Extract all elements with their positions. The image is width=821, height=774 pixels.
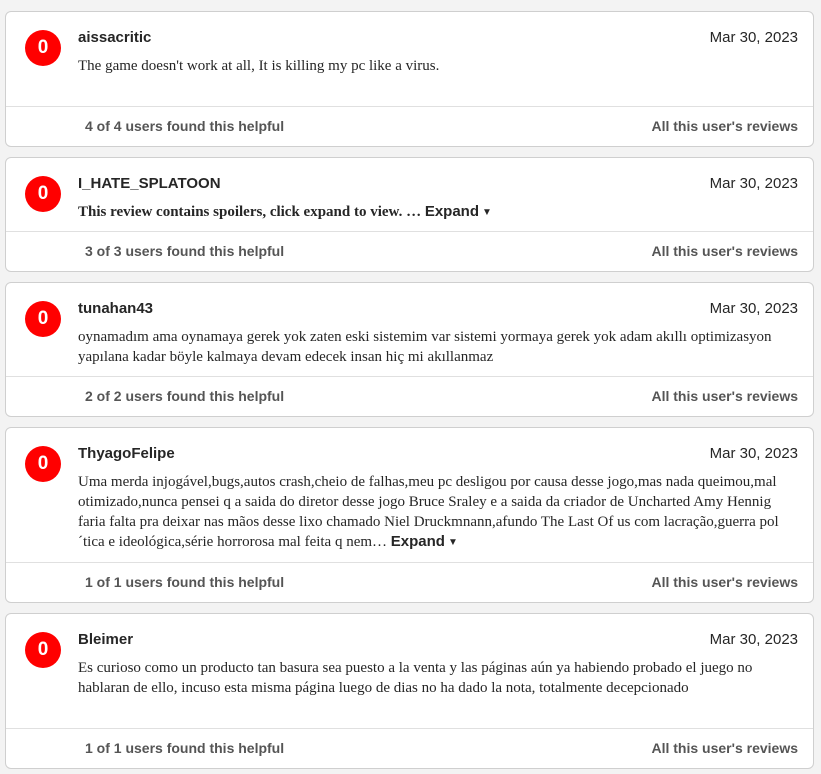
review-text: This review contains spoilers, click exp… [78, 202, 800, 223]
review-card: 0 ThyagoFelipe Mar 30, 2023 Uma merda in… [5, 427, 814, 603]
all-user-reviews-link[interactable]: All this user's reviews [651, 118, 798, 134]
helpful-count: 3 of 3 users found this helpful [85, 243, 285, 259]
helpful-count: 2 of 2 users found this helpful [85, 388, 285, 404]
reviewer-name[interactable]: I_HATE_SPLATOON [78, 175, 221, 192]
helpful-count: 4 of 4 users found this helpful [85, 118, 285, 134]
review-date: Mar 30, 2023 [709, 445, 798, 462]
all-user-reviews-link[interactable]: All this user's reviews [651, 740, 798, 756]
metascore-badge: 0 [25, 446, 61, 482]
expand-button[interactable]: Expand ▼ [425, 203, 492, 220]
all-user-reviews-link[interactable]: All this user's reviews [651, 243, 798, 259]
review-date: Mar 30, 2023 [709, 29, 798, 46]
reviewer-name[interactable]: ThyagoFelipe [78, 445, 175, 462]
reviewer-name[interactable]: Bleimer [78, 631, 133, 648]
review-card: 0 aissacritic Mar 30, 2023 The game does… [5, 11, 814, 147]
metascore-badge: 0 [25, 301, 61, 337]
metascore-badge: 0 [25, 632, 61, 668]
review-text: Uma merda injogável,bugs,autos crash,che… [78, 472, 800, 553]
expand-button[interactable]: Expand ▼ [391, 533, 458, 550]
metascore-badge: 0 [25, 30, 61, 66]
helpful-count: 1 of 1 users found this helpful [85, 574, 285, 590]
review-card: 0 I_HATE_SPLATOON Mar 30, 2023 This revi… [5, 157, 814, 272]
review-text: The game doesn't work at all, It is kill… [78, 58, 440, 74]
review-footer: 3 of 3 users found this helpful All this… [6, 231, 813, 271]
review-footer: 2 of 2 users found this helpful All this… [6, 376, 813, 416]
review-footer: 4 of 4 users found this helpful All this… [6, 106, 813, 146]
review-footer: 1 of 1 users found this helpful All this… [6, 728, 813, 768]
review-footer: 1 of 1 users found this helpful All this… [6, 562, 813, 602]
review-card: 0 Bleimer Mar 30, 2023 Es curioso como u… [5, 613, 814, 769]
all-user-reviews-link[interactable]: All this user's reviews [651, 388, 798, 404]
reviewer-name[interactable]: tunahan43 [78, 300, 153, 317]
helpful-count: 1 of 1 users found this helpful [85, 740, 285, 756]
expand-label: Expand [424, 203, 480, 220]
review-date: Mar 30, 2023 [709, 631, 798, 648]
caret-down-icon: ▼ [447, 537, 458, 548]
review-date: Mar 30, 2023 [709, 175, 798, 192]
expand-label: Expand [390, 533, 445, 550]
spoiler-notice: This review contains spoilers, click exp… [78, 204, 422, 220]
reviewer-name[interactable]: aissacritic [78, 29, 151, 46]
review-text: oynamadım ama oynamaya gerek yok zaten e… [78, 329, 772, 365]
review-text: Es curioso como un producto tan basura s… [78, 660, 753, 696]
all-user-reviews-link[interactable]: All this user's reviews [651, 574, 798, 590]
review-date: Mar 30, 2023 [709, 300, 798, 317]
caret-down-icon: ▼ [482, 207, 492, 218]
metascore-badge: 0 [25, 176, 61, 212]
review-card: 0 tunahan43 Mar 30, 2023 oynamadım ama o… [5, 282, 814, 417]
